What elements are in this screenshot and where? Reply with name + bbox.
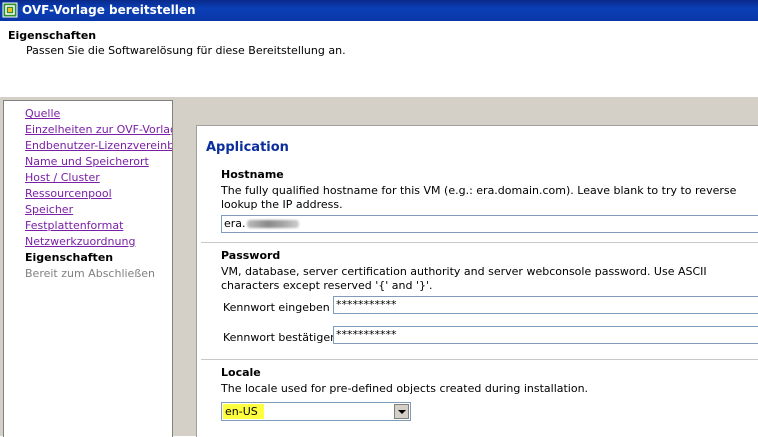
vsphere-app-icon xyxy=(2,2,18,18)
hostname-title: Hostname xyxy=(221,168,284,181)
dropdown-arrow-icon[interactable] xyxy=(394,404,409,419)
password-enter-label: Kennwort eingeben xyxy=(223,301,330,314)
password-description: VM, database, server certification autho… xyxy=(221,265,707,292)
password-confirm-input[interactable]: *********** xyxy=(333,326,758,344)
nav-item-ready: Bereit zum Abschließen xyxy=(25,267,155,280)
nav-item-eula[interactable]: Endbenutzer-Lizenzvereinbaru xyxy=(25,139,172,152)
locale-selected-value: en-US xyxy=(223,404,264,419)
redacted-blur xyxy=(246,220,299,228)
application-title: Application xyxy=(206,140,289,155)
title-bar: OVF-Vorlage bereitstellen xyxy=(0,0,758,21)
wizard-header: Eigenschaften Passen Sie die Softwarelös… xyxy=(0,21,758,98)
properties-panel: Application Hostname The fully qualified… xyxy=(196,125,758,437)
nav-item-resource-pool[interactable]: Ressourcenpool xyxy=(25,187,112,200)
wizard-body: Quelle Einzelheiten zur OVF-Vorlage Endb… xyxy=(0,97,758,437)
nav-item-ovf-details[interactable]: Einzelheiten zur OVF-Vorlage xyxy=(25,123,172,136)
section-divider xyxy=(201,242,758,243)
nav-item-properties: Eigenschaften xyxy=(25,251,114,264)
nav-item-disk-format[interactable]: Festplattenformat xyxy=(25,219,123,232)
section-divider xyxy=(201,359,758,360)
nav-item-network-mapping[interactable]: Netzwerkzuordnung xyxy=(25,235,135,248)
hostname-description: The fully qualified hostname for this VM… xyxy=(221,184,737,211)
window-title: OVF-Vorlage bereitstellen xyxy=(22,3,196,17)
nav-item-quelle[interactable]: Quelle xyxy=(25,107,60,120)
password-enter-input[interactable]: *********** xyxy=(333,296,758,314)
hostname-input[interactable]: era. xyxy=(221,215,758,233)
locale-description: The locale used for pre-defined objects … xyxy=(221,382,589,395)
password-title: Password xyxy=(221,249,281,262)
hostname-value: era. xyxy=(224,217,246,230)
nav-item-name-location[interactable]: Name und Speicherort xyxy=(25,155,149,168)
locale-select[interactable]: en-US xyxy=(221,402,411,421)
password-confirm-label: Kennwort bestätigen xyxy=(223,331,338,344)
step-subtitle: Passen Sie die Softwarelösung für diese … xyxy=(26,44,346,57)
nav-item-storage[interactable]: Speicher xyxy=(25,203,73,216)
step-title: Eigenschaften xyxy=(8,29,97,42)
step-navigation: Quelle Einzelheiten zur OVF-Vorlage Endb… xyxy=(3,100,173,437)
locale-title: Locale xyxy=(221,366,261,379)
nav-item-host-cluster[interactable]: Host / Cluster xyxy=(25,171,100,184)
